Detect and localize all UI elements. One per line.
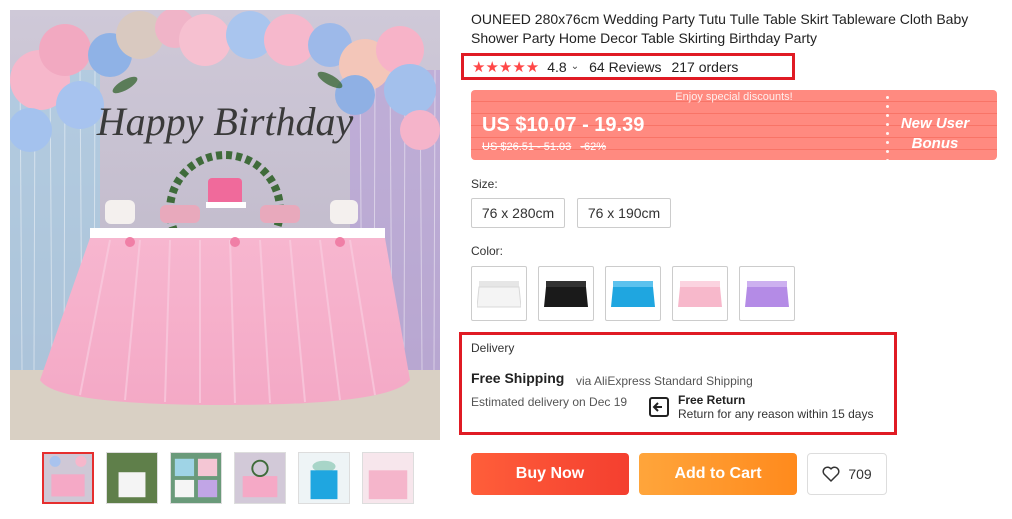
free-return-description: Return for any reason within 15 days bbox=[678, 407, 874, 421]
discount-banner: Enjoy special discounts! bbox=[675, 91, 793, 103]
free-return-title: Free Return bbox=[678, 393, 746, 407]
color-swatch-pink[interactable] bbox=[672, 266, 728, 321]
color-label: Color: bbox=[471, 244, 504, 258]
shipping-method: via AliExpress Standard Shipping bbox=[576, 374, 753, 388]
reviews-link[interactable]: 64 Reviews bbox=[589, 59, 661, 75]
heart-icon bbox=[822, 466, 840, 482]
add-to-cart-button[interactable]: Add to Cart bbox=[639, 453, 797, 495]
color-swatch-white[interactable] bbox=[471, 266, 527, 321]
return-icon bbox=[649, 397, 669, 417]
size-label: Size: bbox=[471, 177, 498, 191]
color-swatch-purple[interactable] bbox=[739, 266, 795, 321]
thumbnail-strip bbox=[42, 452, 414, 504]
rating-row: ★★★★★ 4.8 ⌄ 64 Reviews 217 orders bbox=[461, 53, 795, 80]
wishlist-count: 709 bbox=[848, 466, 872, 482]
thumbnail-5[interactable] bbox=[298, 452, 350, 504]
free-shipping-label: Free Shipping bbox=[471, 370, 565, 386]
rating-value[interactable]: 4.8 bbox=[547, 59, 566, 75]
delivery-panel: Delivery Free Shipping via AliExpress St… bbox=[459, 332, 897, 435]
thumbnail-2[interactable] bbox=[106, 452, 158, 504]
thumbnail-4[interactable] bbox=[234, 452, 286, 504]
new-user-bonus[interactable]: New User Bonus bbox=[890, 114, 980, 154]
thumbnail-3[interactable] bbox=[170, 452, 222, 504]
star-rating-icon: ★★★★★ bbox=[472, 58, 540, 76]
wishlist-button[interactable]: 709 bbox=[807, 453, 887, 495]
bonus-label: Bonus bbox=[911, 135, 959, 152]
color-swatch-black[interactable] bbox=[538, 266, 594, 321]
delivery-label: Delivery bbox=[471, 341, 515, 355]
price-panel: Enjoy special discounts! US $10.07 - 19.… bbox=[471, 90, 997, 160]
discount-percent: -62% bbox=[580, 141, 607, 153]
color-swatch-blue[interactable] bbox=[605, 266, 661, 321]
price-range: US $10.07 - 19.39 bbox=[482, 114, 645, 136]
svg-text:Happy Birthday: Happy Birthday bbox=[96, 99, 354, 144]
size-option-2[interactable]: 76 x 190cm bbox=[577, 198, 671, 228]
product-page: Happy Birthday OUNEED 280x76cm Wedding P… bbox=[0, 0, 1012, 519]
new-user-label: New User bbox=[900, 115, 970, 132]
main-product-image[interactable]: Happy Birthday bbox=[10, 10, 440, 440]
thumbnail-1[interactable] bbox=[42, 452, 94, 504]
original-price-range: US $26.51 - 51.03 bbox=[482, 141, 572, 153]
original-price: US $26.51 - 51.03 -62% bbox=[482, 141, 606, 153]
product-title: OUNEED 280x76cm Wedding Party Tutu Tulle… bbox=[471, 11, 969, 46]
thumbnail-6[interactable] bbox=[362, 452, 414, 504]
size-option-1[interactable]: 76 x 280cm bbox=[471, 198, 565, 228]
orders-count: 217 orders bbox=[671, 58, 739, 75]
chevron-down-icon[interactable]: ⌄ bbox=[571, 61, 579, 72]
estimated-delivery: Estimated delivery on Dec 19 bbox=[471, 395, 628, 409]
buy-now-button[interactable]: Buy Now bbox=[471, 453, 629, 495]
